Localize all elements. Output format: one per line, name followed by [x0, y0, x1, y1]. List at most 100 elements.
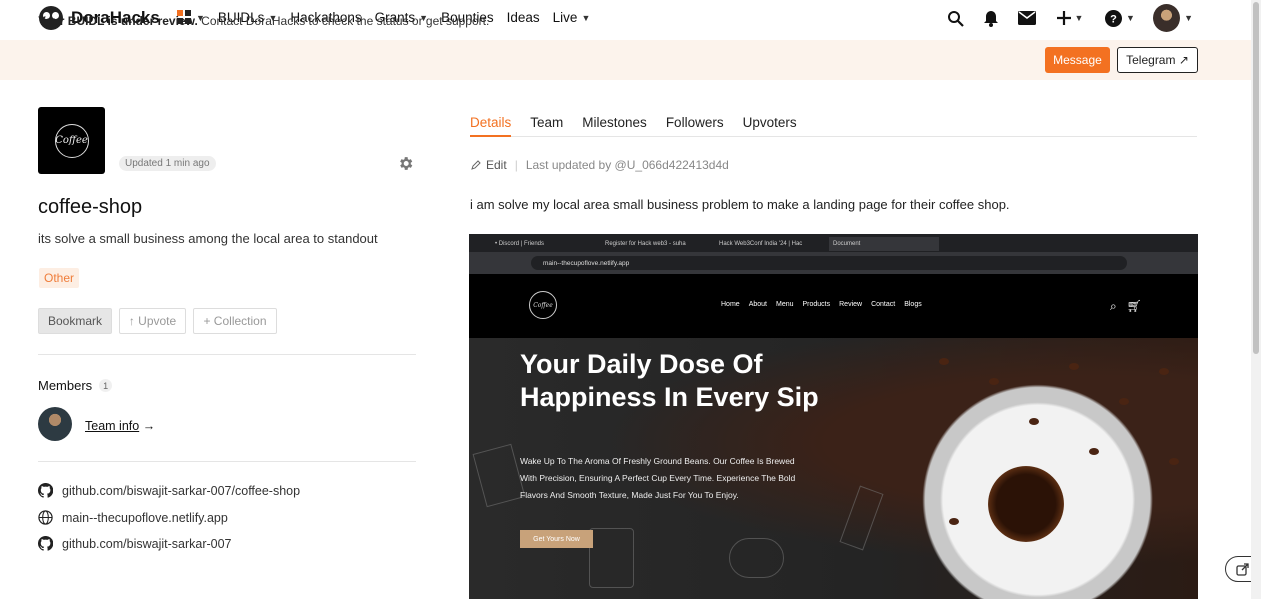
plus-icon — [1056, 11, 1071, 25]
coffee-bean — [1159, 368, 1169, 375]
member-avatar[interactable] — [38, 407, 72, 441]
tab-upvoters[interactable]: Upvoters — [743, 115, 797, 137]
message-button[interactable]: Message — [1045, 47, 1110, 73]
cart-icon: 🛒︎ — [1126, 299, 1142, 313]
nav-live[interactable]: Live ▼ — [553, 10, 591, 25]
edit-button[interactable]: Edit — [486, 158, 507, 172]
chevron-down-icon: ▼ — [1184, 13, 1193, 23]
nav-actions: ▼ ? ▼ ▼ — [945, 4, 1193, 32]
gear-icon[interactable] — [397, 155, 414, 172]
browser-tab: • Discord | Friends — [495, 241, 545, 247]
banner-bold: Your BUIDL is under review. — [38, 14, 198, 28]
tab-details[interactable]: Details — [470, 115, 512, 137]
share-icon — [1236, 563, 1249, 576]
site-menu-item: Blogs — [904, 301, 922, 308]
nav-live-label: Live — [552, 10, 578, 25]
site-menu-item: Products — [802, 301, 831, 308]
help-menu-button[interactable]: ? ▼ — [1103, 8, 1137, 28]
site-menu-item: Home — [721, 301, 740, 308]
coffee-bean — [1169, 458, 1179, 465]
project-logo: Coffee — [38, 107, 105, 174]
members-label: Members — [38, 378, 93, 393]
last-updated-text: Last updated by @U_066d422413d4d — [525, 158, 729, 172]
search-icon[interactable] — [945, 8, 965, 28]
coffee-bean — [949, 518, 959, 525]
github-profile-text: github.com/biswajit-sarkar-007 — [62, 536, 232, 551]
site-hero-subtitle: Wake Up To The Aroma Of Freshly Ground B… — [520, 456, 796, 500]
sketch-decoration — [729, 538, 784, 578]
site-hero-title: Your Daily Dose Of Happiness In Every Si… — [520, 349, 819, 412]
website-text: main--thecupoflove.netlify.app — [62, 510, 228, 525]
site-hero-button: Get Yours Now — [520, 530, 593, 548]
sketch-decoration — [589, 528, 634, 588]
github-icon — [38, 536, 53, 551]
browser-tab: Register for Hack web3 - suha — [605, 241, 686, 247]
create-menu-button[interactable]: ▼ — [1053, 8, 1087, 28]
separator: | — [514, 158, 518, 172]
github-repo-link[interactable]: github.com/biswajit-sarkar-007/coffee-sh… — [38, 483, 300, 498]
nav-ideas-label: Ideas — [506, 10, 540, 25]
tab-team[interactable]: Team — [530, 115, 563, 137]
details-body: i am solve my local area small business … — [470, 197, 1010, 212]
updated-badge: Updated 1 min ago — [119, 156, 216, 171]
banner-detail: Contact DoraHacks to check the status or… — [197, 14, 490, 28]
coffee-bean — [1119, 398, 1129, 405]
edit-line: Edit | Last updated by @U_066d422413d4d — [471, 158, 729, 172]
chevron-down-icon: ▼ — [581, 12, 591, 23]
team-info-link[interactable]: Team info → — [85, 419, 155, 433]
members-heading: Members 1 — [38, 378, 113, 393]
tab-milestones[interactable]: Milestones — [582, 115, 647, 137]
coffee-bean — [989, 378, 999, 385]
divider — [38, 461, 416, 462]
user-menu-button[interactable]: ▼ — [1153, 4, 1193, 32]
coffee-logo-icon: Coffee — [54, 123, 89, 158]
svg-text:?: ? — [1110, 13, 1117, 25]
coffee-bean — [1029, 418, 1039, 425]
project-title: coffee-shop — [38, 196, 143, 218]
review-banner-text: Your BUIDL is under review. Contact Dora… — [38, 14, 489, 28]
website-link[interactable]: main--thecupoflove.netlify.app — [38, 510, 228, 525]
github-repo-text: github.com/biswajit-sarkar-007/coffee-sh… — [62, 483, 301, 498]
project-screenshot: • Discord | Friends Register for Hack we… — [469, 234, 1198, 599]
github-icon — [38, 483, 53, 498]
detail-tabs: Details Team Milestones Followers Upvote… — [470, 115, 1197, 137]
url-field: main--thecupoflove.netlify.app — [531, 256, 1127, 270]
sketch-decoration — [839, 485, 884, 551]
site-logo: Coffee — [529, 291, 557, 319]
add-collection-button[interactable]: + Collection — [193, 308, 277, 334]
site-icons: ⌕ 🛒︎ — [1110, 299, 1142, 314]
site-menu-item: Menu — [775, 301, 794, 308]
globe-icon — [38, 510, 53, 525]
browser-tab: Hack Web3Conf India '24 | Hac — [719, 241, 803, 247]
tab-followers[interactable]: Followers — [666, 115, 724, 137]
divider — [38, 354, 416, 355]
site-menu-item: Contact — [871, 301, 896, 308]
coffee-bean — [1089, 448, 1099, 455]
bookmark-button[interactable]: Bookmark — [38, 308, 112, 334]
coffee-bean — [1069, 363, 1079, 370]
category-tag[interactable]: Other — [39, 268, 80, 288]
github-profile-link[interactable]: github.com/biswajit-sarkar-007 — [38, 536, 232, 551]
scrollbar-thumb[interactable] — [1253, 2, 1259, 354]
project-description: its solve a small business among the loc… — [38, 231, 378, 246]
site-menu-item: Review — [839, 301, 863, 308]
upvote-button[interactable]: ↑ Upvote — [119, 308, 186, 334]
chevron-down-icon: ▼ — [1074, 13, 1084, 23]
nav-ideas[interactable]: Ideas — [507, 10, 540, 25]
coffee-bean — [939, 358, 949, 365]
browser-tab-active: Document — [829, 237, 939, 251]
bell-icon[interactable] — [981, 8, 1001, 28]
members-count-badge: 1 — [99, 379, 113, 392]
telegram-button[interactable]: Telegram ↗ — [1117, 47, 1198, 73]
search-icon: ⌕ — [1110, 299, 1117, 313]
site-menu: Home About Menu Products Review Contact … — [721, 301, 922, 308]
site-menu-item: About — [748, 301, 767, 308]
sketch-decoration — [472, 443, 526, 508]
browser-tab-bar: • Discord | Friends Register for Hack we… — [469, 234, 1198, 252]
site-navbar: Coffee Home About Menu Products Review C… — [469, 274, 1198, 338]
browser-address-bar: main--thecupoflove.netlify.app — [469, 252, 1198, 274]
arrow-right-icon: → — [142, 419, 156, 433]
user-avatar — [1153, 4, 1181, 32]
mail-icon[interactable] — [1017, 8, 1037, 28]
pencil-icon — [471, 160, 481, 170]
